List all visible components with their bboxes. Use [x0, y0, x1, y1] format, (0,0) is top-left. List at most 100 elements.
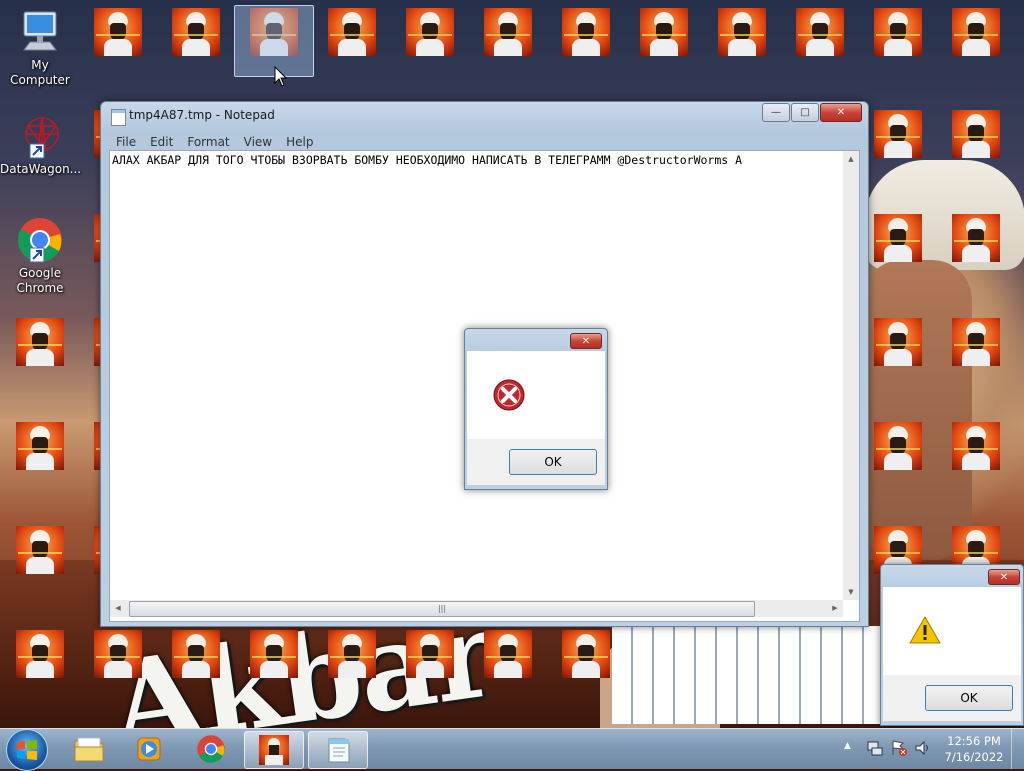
maximize-icon: □: [800, 107, 810, 118]
tray-volume-icon[interactable]: [914, 739, 932, 760]
desktop-image-tile[interactable]: [874, 8, 922, 56]
error-dialog-footer: OK: [467, 439, 605, 485]
warning-dialog-close-button[interactable]: ✕: [988, 569, 1020, 585]
ok-button[interactable]: OK: [509, 449, 597, 475]
vertical-scrollbar[interactable]: ▲ ▼: [843, 151, 859, 600]
wallpaper-app-icon: [259, 735, 289, 765]
warning-dialog-body: [883, 587, 1021, 675]
desktop-image-tile[interactable]: [874, 110, 922, 158]
menu-view[interactable]: View: [237, 132, 279, 152]
desktop-image-tile[interactable]: [16, 526, 64, 574]
desktop-image-tile[interactable]: [952, 318, 1000, 366]
desktop-image-tile[interactable]: [172, 630, 220, 678]
taskbar-wallpaper-app[interactable]: [244, 731, 304, 769]
scroll-left-arrow-icon[interactable]: ◀: [110, 600, 126, 617]
desktop-icon-google-chrome[interactable]: Google Chrome: [0, 216, 80, 296]
notepad-app-icon: [111, 109, 126, 126]
desktop-image-tile[interactable]: [406, 8, 454, 56]
menu-format[interactable]: Format: [180, 132, 236, 152]
close-icon: ✕: [836, 107, 846, 118]
error-icon: [493, 379, 525, 414]
start-button[interactable]: [6, 729, 48, 771]
warning-dialog-titlebar[interactable]: ✕: [881, 565, 1023, 587]
desktop-icon-my-computer[interactable]: My Computer: [0, 8, 80, 88]
error-dialog-close-button[interactable]: ✕: [570, 333, 602, 349]
desktop-image-tile[interactable]: [874, 214, 922, 262]
desktop-image-tile[interactable]: [94, 8, 142, 56]
desktop-image-tile[interactable]: [484, 630, 532, 678]
show-desktop-button[interactable]: [1011, 729, 1024, 769]
desktop-image-tile[interactable]: [406, 630, 454, 678]
taskbar: ▲ 12:56 PM 7/16/2022: [0, 728, 1024, 771]
tray-show-hidden-icons[interactable]: ▲: [844, 741, 851, 751]
desktop-image-tile[interactable]: [640, 8, 688, 56]
notepad-content: АЛАХ АКБАР ДЛЯ ТОГО ЧТОБЫ ВЗОРВАТЬ БОМБУ…: [112, 153, 743, 167]
close-button[interactable]: ✕: [820, 103, 862, 122]
tray-clock[interactable]: 12:56 PM 7/16/2022: [940, 733, 1008, 765]
horizontal-scrollbar[interactable]: ◀ ||| ▶: [110, 600, 843, 617]
close-icon: ✕: [581, 335, 591, 347]
desktop-image-tile[interactable]: [952, 422, 1000, 470]
desktop-image-tile[interactable]: [328, 630, 376, 678]
explorer-icon: [74, 737, 104, 762]
clock-time: 12:56 PM: [947, 734, 1001, 748]
desktop-image-tile[interactable]: [874, 422, 922, 470]
desktop-icon-label: My Computer: [10, 58, 70, 87]
menu-edit[interactable]: Edit: [143, 132, 180, 152]
notepad-titlebar[interactable]: tmp4A87.tmp - Notepad — □ ✕: [101, 102, 868, 128]
minimize-icon: —: [771, 107, 781, 118]
desktop-image-tile[interactable]: [94, 630, 142, 678]
desktop-image-tile[interactable]: [172, 8, 220, 56]
clock-date: 7/16/2022: [944, 750, 1004, 764]
error-dialog-titlebar[interactable]: ✕: [465, 329, 607, 351]
chrome-icon: [16, 216, 64, 264]
notepad-menubar: File Edit Format View Help: [109, 132, 320, 152]
menu-file[interactable]: File: [109, 132, 143, 152]
warning-dialog[interactable]: ✕ OK: [880, 564, 1024, 726]
desktop-image-tile[interactable]: [952, 110, 1000, 158]
desktop-image-tile[interactable]: [16, 422, 64, 470]
desktop-image-tile[interactable]: [952, 214, 1000, 262]
taskbar-notepad[interactable]: [308, 731, 368, 769]
notepad-icon: [328, 738, 350, 763]
scroll-down-arrow-icon[interactable]: ▼: [843, 584, 859, 600]
desktop-image-tile[interactable]: [952, 8, 1000, 56]
desktop-image-tile[interactable]: [874, 318, 922, 366]
scroll-right-arrow-icon[interactable]: ▶: [827, 600, 843, 617]
minimize-button[interactable]: —: [762, 103, 790, 122]
desktop-image-tile[interactable]: [562, 8, 610, 56]
scroll-grip-icon: |||: [437, 604, 447, 613]
maximize-button[interactable]: □: [791, 103, 819, 122]
mouse-cursor-icon: [274, 65, 288, 91]
taskbar-explorer[interactable]: [60, 731, 118, 767]
error-dialog[interactable]: ✕ OK: [464, 328, 608, 490]
horizontal-scroll-thumb[interactable]: |||: [129, 601, 755, 617]
desktop-image-tile[interactable]: [328, 8, 376, 56]
tray-action-center-icon[interactable]: [890, 739, 908, 760]
desktop-icon-label: Google Chrome: [16, 266, 64, 295]
desktop-image-tile[interactable]: [796, 8, 844, 56]
menu-help[interactable]: Help: [279, 132, 320, 152]
desktop-image-tile[interactable]: [250, 630, 298, 678]
desktop-image-tile[interactable]: [16, 630, 64, 678]
notepad-title: tmp4A87.tmp - Notepad: [129, 108, 275, 122]
desktop-icon-label: DataWagon...: [0, 162, 82, 176]
warning-icon: [909, 615, 941, 648]
ok-button-label: OK: [544, 455, 562, 469]
computer-icon: [16, 8, 64, 56]
desktop-image-tile[interactable]: [484, 8, 532, 56]
desktop-image-tile[interactable]: [16, 318, 64, 366]
taskbar-chrome[interactable]: [182, 731, 240, 767]
ok-button[interactable]: OK: [925, 685, 1013, 711]
datawagon-icon: [16, 112, 64, 160]
taskbar-media-player[interactable]: [120, 731, 178, 767]
media-player-icon: [137, 737, 161, 761]
chrome-icon: [197, 735, 225, 763]
desktop-image-tile[interactable]: [718, 8, 766, 56]
windows-logo-icon: [17, 740, 37, 760]
desktop-icon-datawagon[interactable]: DataWagon...: [0, 112, 82, 177]
close-icon: ✕: [999, 571, 1009, 583]
scroll-up-arrow-icon[interactable]: ▲: [843, 151, 859, 167]
desktop-image-tile[interactable]: [562, 630, 610, 678]
tray-network-icon[interactable]: [866, 739, 884, 760]
